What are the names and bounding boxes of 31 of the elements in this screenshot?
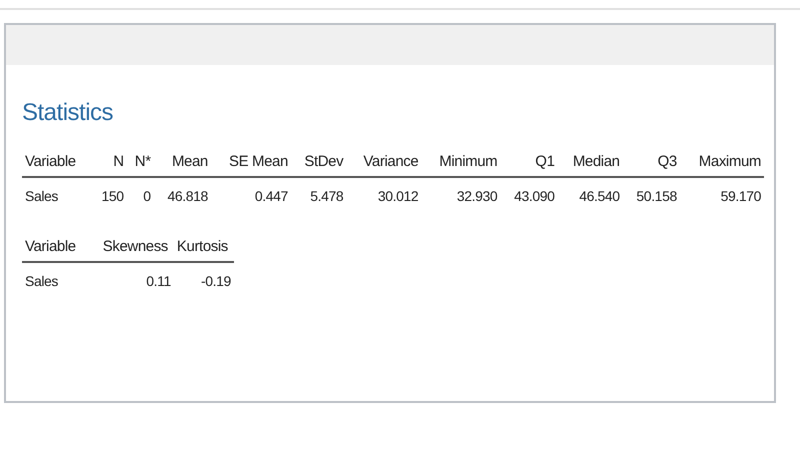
column-header: StDev [290,153,346,177]
table-cell: Sales [22,177,92,208]
table-cell: 150 [92,177,127,208]
table-cell: 32.930 [421,177,500,208]
column-header: Variable [22,238,100,262]
column-header: Kurtosis [174,238,234,262]
table-cell: 46.540 [558,177,623,208]
table-cell: 0.11 [100,262,174,293]
column-header: Maximum [680,153,764,177]
table-cell: 46.818 [154,177,211,208]
column-header: Q1 [500,153,558,177]
table-cell: 5.478 [290,177,346,208]
section-title: Statistics [22,99,114,127]
table-cell: 0 [126,177,154,208]
table-cell: -0.19 [174,262,234,293]
column-header: Variable [22,153,92,177]
column-header: N* [126,153,154,177]
column-header: Variance [346,153,422,177]
table-cell: 0.447 [210,177,291,208]
column-header: Median [558,153,623,177]
table-cell: 59.170 [680,177,764,208]
column-header: Minimum [421,153,500,177]
column-header: SE Mean [210,153,291,177]
column-header: Mean [154,153,211,177]
column-header: Q3 [622,153,680,177]
table-cell: Sales [22,262,100,293]
table-cell: 43.090 [500,177,558,208]
table-cell: 30.012 [346,177,422,208]
table-cell: 50.158 [622,177,680,208]
column-header: N [92,153,127,177]
column-header: Skewness [100,238,174,262]
